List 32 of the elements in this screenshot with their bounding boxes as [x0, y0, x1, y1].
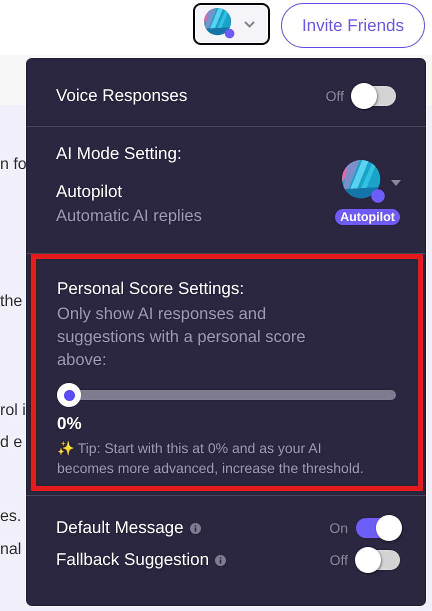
toggle-label: Default Message	[56, 518, 184, 538]
toggle-state-label: Off	[326, 88, 344, 104]
personal-score-title: Personal Score Settings:	[57, 279, 246, 299]
info-icon[interactable]	[215, 554, 226, 566]
toggle-switch[interactable]	[356, 550, 400, 570]
toggle-switch[interactable]	[356, 518, 400, 538]
personal-score-description: Only show AI responses and suggestions with a personal score above:	[57, 304, 307, 371]
background-text: n fo	[0, 155, 27, 175]
background-text: the	[0, 292, 22, 312]
chevron-down-icon	[244, 20, 255, 28]
background-text: es.	[0, 507, 22, 527]
voice-responses-label: Voice Responses	[56, 86, 188, 106]
ai-avatar-icon	[342, 160, 387, 205]
ai-mode-description: Automatic AI replies	[56, 206, 202, 227]
background-text: d e	[0, 433, 22, 453]
invite-friends-button[interactable]: Invite Friends	[280, 3, 425, 48]
ai-mode-name: Autopilot	[56, 182, 124, 202]
tip-text: ✨ Tip: Start with this at 0% and as your AI becomes more advanced, increase the threshold.	[57, 439, 365, 478]
toggle-label: Fallback Suggestion	[56, 550, 210, 570]
ai-mode-title: AI Mode Setting:	[56, 144, 183, 164]
avatar-icon	[204, 8, 236, 40]
toggle-state-label: Off	[330, 552, 348, 568]
avatar-menu-button[interactable]	[192, 3, 270, 45]
toggle-switch[interactable]	[352, 86, 396, 106]
slider-thumb[interactable]	[57, 383, 81, 407]
mode-badge: Autopilot	[335, 209, 400, 225]
score-reading: 0%	[57, 414, 83, 434]
background-text: nal	[0, 540, 22, 560]
toggle-state-label: On	[329, 520, 348, 536]
caret-down-icon	[391, 180, 401, 186]
background-text: rol i	[0, 401, 26, 421]
info-icon[interactable]	[190, 522, 201, 534]
